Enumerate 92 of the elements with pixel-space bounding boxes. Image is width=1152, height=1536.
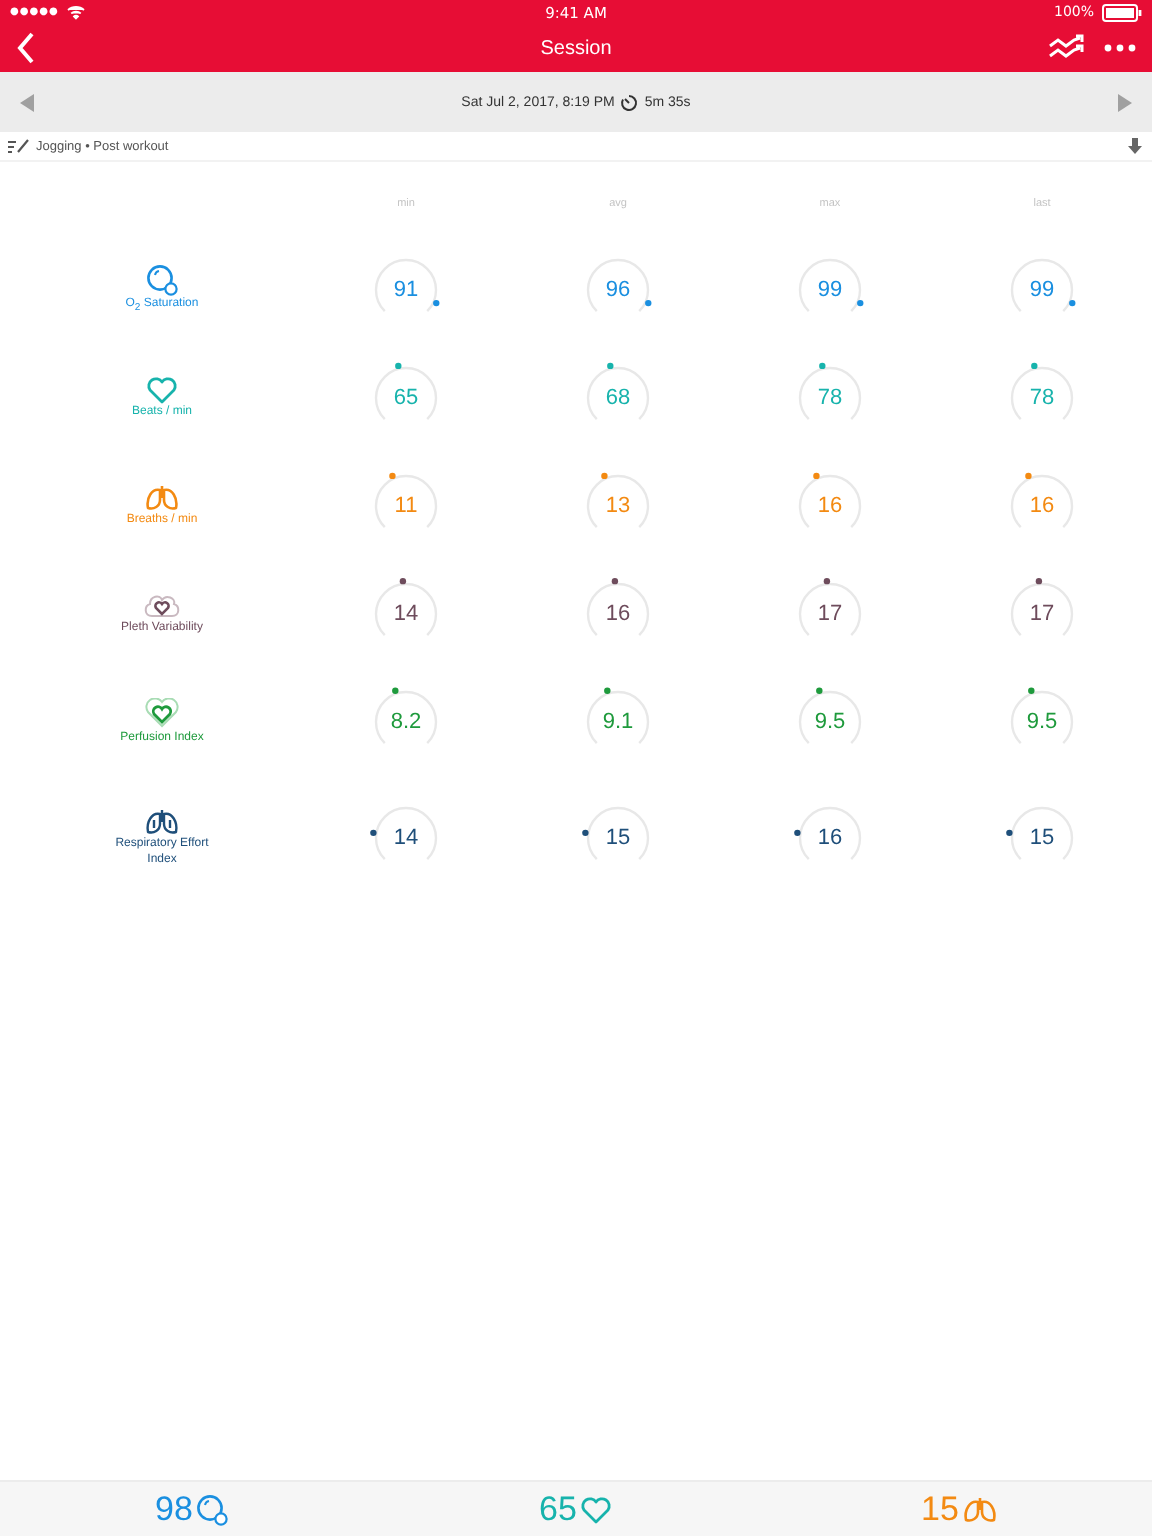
bubble-icon: [196, 1493, 229, 1525]
gauge-ring: [374, 690, 438, 744]
metric-value: 16: [817, 824, 843, 852]
metric-value: 16: [605, 600, 631, 628]
gauge-dot: [819, 362, 826, 370]
gauge-ring: [798, 582, 862, 636]
gauge-dot: [1025, 472, 1032, 480]
summary-value: 15: [921, 1489, 959, 1529]
gauge-dot: [370, 829, 377, 837]
summary-value: 65: [539, 1489, 577, 1529]
metric-value: 99: [817, 276, 843, 304]
gauge-ring: [1010, 258, 1074, 312]
gauge-ring: [586, 474, 650, 528]
edit-icon[interactable]: [8, 138, 30, 154]
metric-value: 78: [817, 384, 843, 412]
metric-value: 16: [1029, 492, 1055, 520]
gauge-dot: [604, 687, 611, 694]
gauge-dot: [1006, 829, 1013, 837]
heart-icon: [144, 697, 180, 730]
gauge-dot: [601, 472, 608, 480]
gauge-dot: [1028, 687, 1035, 694]
gauge-dot: [645, 299, 652, 307]
metric-value: 78: [1029, 384, 1055, 412]
metric-value: 8.2: [390, 708, 422, 736]
heart-icon: [580, 1495, 613, 1523]
metric-value: 15: [605, 824, 631, 852]
metric-value: 96: [605, 276, 631, 304]
gauge-ring: [798, 474, 862, 528]
gauge-ring: [1010, 690, 1074, 744]
metric-value: 15: [1029, 824, 1055, 852]
gauge-ring: [798, 366, 862, 420]
metric-value: 9.5: [814, 708, 846, 736]
gauge-dot: [1069, 299, 1076, 307]
lungs-icon: [144, 483, 180, 512]
gauge-dot: [399, 577, 407, 585]
timer-icon: [620, 93, 639, 111]
gauge-dot: [1031, 362, 1038, 370]
battery-icon: [1102, 3, 1142, 21]
metric-value: 16: [817, 492, 843, 520]
gauge-ring: [1010, 366, 1074, 420]
gauge-dot: [389, 472, 396, 480]
gauge-dot: [433, 299, 440, 307]
metric-value: 14: [393, 824, 419, 852]
gauge-ring: [374, 806, 438, 860]
gauge-ring: [1010, 806, 1074, 860]
lungs-icon: [144, 808, 180, 836]
gauge-dot: [395, 362, 402, 370]
gauge-ring: [1010, 582, 1074, 636]
gauge-dot: [611, 577, 619, 585]
metric-value: 11: [394, 492, 418, 520]
gauge-dot: [607, 362, 614, 370]
bubble-icon: [146, 264, 178, 297]
heart-icon: [146, 375, 178, 404]
metric-value: 9.5: [1026, 708, 1058, 736]
gauge-ring: [586, 806, 650, 860]
gauge-dot: [813, 472, 820, 480]
gauge-ring: [798, 690, 862, 744]
metric-value: 17: [817, 600, 843, 628]
screen-title: Session: [540, 37, 612, 59]
gauge-ring: [374, 474, 438, 528]
metric-value: 99: [1029, 276, 1055, 304]
gauge-ring: [798, 258, 862, 312]
gauge-ring: [586, 582, 650, 636]
more-icon[interactable]: [1104, 44, 1136, 52]
gauge-ring: [374, 582, 438, 636]
gauge-ring: [586, 258, 650, 312]
gauge-dot: [823, 577, 831, 585]
metric-value: 91: [393, 276, 419, 304]
gauge-ring: [798, 806, 862, 860]
gauge-dot: [392, 687, 399, 694]
lungs-icon: [962, 1495, 999, 1523]
metric-value: 65: [393, 384, 419, 412]
metric-value: 68: [605, 384, 631, 412]
cloud-heart-icon: [142, 591, 182, 620]
gauge-dot: [857, 299, 864, 307]
gauge-dot: [1035, 577, 1043, 585]
metric-value: 9.1: [602, 708, 634, 736]
gauge-ring: [1010, 474, 1074, 528]
download-icon[interactable]: [1128, 138, 1142, 154]
gauge-dot: [816, 687, 823, 694]
gauge-dot: [582, 829, 589, 837]
metric-value: 14: [393, 600, 419, 628]
metric-value: 13: [605, 492, 631, 520]
gauge-dot: [794, 829, 801, 837]
gauge-ring: [374, 258, 438, 312]
gauge-ring: [586, 690, 650, 744]
metric-value: 17: [1029, 600, 1055, 628]
gauge-ring: [586, 366, 650, 420]
wifi-icon: [66, 4, 87, 20]
trend-icon[interactable]: [1048, 34, 1084, 62]
gauge-ring: [374, 366, 438, 420]
summary-value: 98: [155, 1489, 193, 1529]
